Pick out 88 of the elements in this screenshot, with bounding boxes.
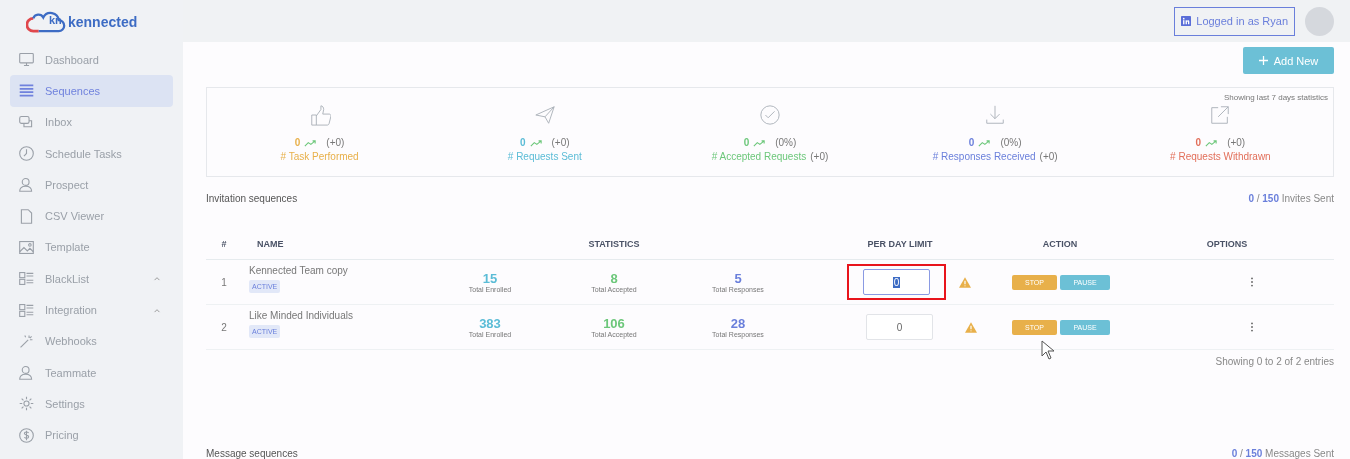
stat-value: 383 <box>479 316 501 331</box>
chevron-icon[interactable] <box>153 307 161 313</box>
entries-info: Showing 0 to 2 of 2 entries <box>1215 355 1334 367</box>
stat-label: # Accepted Requests <box>711 150 807 164</box>
trend-up-icon <box>978 139 991 147</box>
stat-label: # Responses Received <box>932 150 1036 164</box>
person-icon <box>18 364 35 382</box>
stat-value: 0 <box>968 136 975 150</box>
login-button[interactable]: Logged in as Ryan <box>1174 6 1295 36</box>
add-new-button[interactable]: Add New <box>1243 47 1334 74</box>
more-options-icon[interactable] <box>1250 322 1254 332</box>
stat-label: # Requests Withdrawn <box>1170 150 1271 164</box>
trend-up-icon <box>304 139 317 147</box>
avatar[interactable] <box>1305 6 1334 36</box>
logo-text: kennected <box>68 14 138 30</box>
limit-field[interactable]: 0 <box>863 269 930 295</box>
plane-icon <box>533 104 556 126</box>
sidebar-item[interactable]: Dashboard <box>10 44 173 76</box>
column-header: NAME <box>256 239 285 249</box>
download-icon <box>984 104 1007 126</box>
messages-sent-count: 0 / 150 Messages Sent <box>1231 448 1334 459</box>
stat-value: 8 <box>610 271 618 286</box>
external-icon <box>1209 104 1232 126</box>
sidebar-item[interactable]: Sequences <box>10 75 173 107</box>
linkedin-icon <box>1181 16 1192 26</box>
limit-field[interactable]: 0 <box>866 314 933 340</box>
monitor-icon <box>18 51 35 69</box>
person-icon <box>18 176 35 194</box>
column-header: PER DAY LIMIT <box>866 239 934 249</box>
warning-icon <box>965 321 977 333</box>
sidebar-item[interactable]: BlackList <box>10 263 173 295</box>
dollar-icon <box>18 426 35 444</box>
mouse-cursor-icon <box>1041 340 1055 360</box>
sidebar-item[interactable]: Inbox <box>10 106 173 138</box>
check-icon <box>759 104 781 126</box>
gear-icon <box>18 395 35 413</box>
sidebar-item[interactable]: Teammate <box>10 356 173 389</box>
stat-value: 15 <box>482 271 498 286</box>
stat-value: 0 <box>519 136 526 150</box>
chevron-icon[interactable] <box>153 276 161 282</box>
stat-value: 28 <box>730 316 746 331</box>
trend-up-icon <box>1205 139 1218 147</box>
more-options-icon[interactable] <box>1250 277 1254 287</box>
stat-change: (+0) <box>551 136 570 150</box>
grid-icon <box>18 270 35 288</box>
stat-value: 0 <box>294 136 301 150</box>
sidebar-item[interactable]: Settings <box>10 388 173 420</box>
sidebar-item[interactable]: CSV Viewer <box>10 200 173 232</box>
stat-change: (0%) <box>775 136 797 150</box>
statistics-note: Showing last 7 days statistics <box>1223 93 1328 102</box>
row-number: 1 <box>220 276 228 288</box>
stat-value: 106 <box>603 316 625 331</box>
sequence-name[interactable]: Like Minded Individuals <box>249 310 353 321</box>
column-header: ACTION <box>1041 239 1079 249</box>
sequence-name[interactable]: Kennected Team copy <box>249 265 348 276</box>
sidebar-item[interactable]: Webhooks <box>10 325 173 357</box>
stat-label: # Task Performed <box>280 150 359 164</box>
sidebar-item[interactable]: Template <box>10 231 173 264</box>
trend-up-icon <box>753 139 766 147</box>
plus-icon <box>1258 56 1268 65</box>
stat-change: (+0) <box>326 136 345 150</box>
stat-change: (0%) <box>1000 136 1022 150</box>
cloud-logo-icon <box>26 9 66 35</box>
invites-sent-count: 0 / 150 Invites Sent <box>1248 193 1334 204</box>
file-icon <box>18 207 35 225</box>
stat-value: 5 <box>734 271 742 286</box>
stat-value: 0 <box>1195 136 1202 150</box>
section-title: Invitation sequences <box>206 193 298 204</box>
sidebar-item[interactable]: Integration <box>10 294 173 326</box>
row-number: 2 <box>220 321 228 333</box>
sidebar-item[interactable]: Prospect <box>10 169 173 201</box>
stat-label: # Requests Sent <box>507 150 582 164</box>
section-title: Message sequences <box>206 448 298 459</box>
warning-icon <box>959 276 971 288</box>
grid-icon <box>18 301 35 319</box>
thumb-icon <box>308 104 331 126</box>
image-icon <box>18 238 35 256</box>
trend-up-icon <box>529 139 542 147</box>
clock-icon <box>18 145 35 163</box>
stat-change: (+0) <box>1039 150 1058 164</box>
column-header: # <box>220 239 228 249</box>
column-header: STATISTICS <box>587 239 641 249</box>
stat-change: (+0) <box>1227 136 1246 150</box>
sidebar-item[interactable]: Pricing <box>10 419 173 451</box>
stat-value: 0 <box>743 136 750 150</box>
sidebar-item[interactable]: Schedule Tasks <box>10 137 173 170</box>
column-header: OPTIONS <box>1205 239 1249 249</box>
stat-change: (+0) <box>810 150 829 164</box>
